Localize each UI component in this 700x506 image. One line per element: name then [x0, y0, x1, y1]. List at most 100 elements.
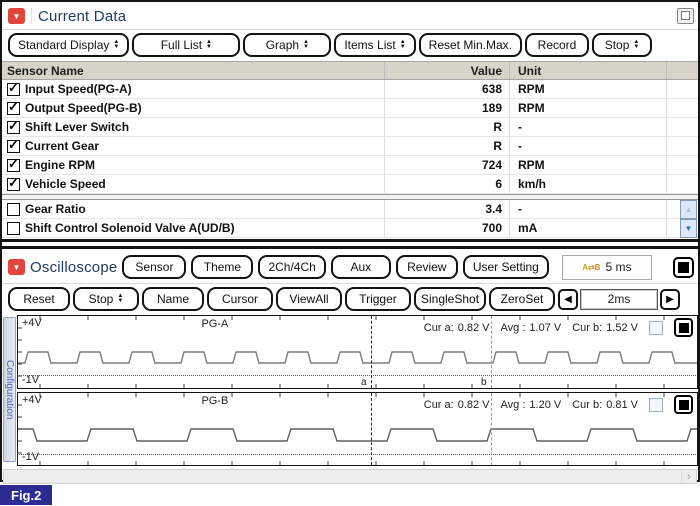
timebase-display: 2ms: [580, 289, 658, 310]
channel-name: PG-A: [18, 318, 412, 330]
table-row[interactable]: Shift Lever Switch R -: [2, 118, 698, 137]
restore-window-icon[interactable]: [677, 8, 694, 24]
spinner-icon: ▲▼: [400, 40, 406, 50]
spinner-icon: ▲▼: [117, 294, 123, 304]
sensor-unit: RPM: [509, 156, 666, 174]
channel-pg-b: +4V PG-B -1V Cur a:0.82 V Avg :1.20 V Cu…: [17, 392, 698, 466]
row-checkbox[interactable]: [7, 121, 20, 134]
table-row[interactable]: Input Speed(PG-A) 638 RPM: [2, 80, 698, 99]
theme-button[interactable]: Theme: [191, 255, 253, 279]
sensor-unit: mA: [509, 219, 666, 237]
timebase-prev-icon[interactable]: ◀: [558, 289, 578, 310]
sensor-value: 3.4: [384, 200, 509, 218]
sensor-name: Shift Lever Switch: [25, 120, 129, 134]
row-checkbox[interactable]: [7, 178, 20, 191]
sample-time-display: A⇄B 5 ms: [562, 255, 652, 280]
sensor-unit: km/h: [509, 175, 666, 193]
sensor-name: Shift Control Solenoid Valve A(UD/B): [25, 221, 235, 235]
full-list-dropdown[interactable]: Full List▲▼: [132, 33, 240, 57]
oscilloscope-title: Oscilloscope: [30, 259, 117, 276]
spinner-icon: ▲▼: [206, 40, 212, 50]
header-unit: Unit: [509, 62, 666, 79]
sensor-value: R: [384, 137, 509, 155]
stop-dropdown[interactable]: Stop▲▼: [592, 33, 652, 57]
table-row[interactable]: Current Gear R -: [2, 137, 698, 156]
current-data-title: Current Data: [38, 8, 126, 25]
scroll-down-icon[interactable]: ▼: [680, 219, 697, 238]
channel-checkbox[interactable]: [649, 321, 663, 335]
zero-reference-line: [19, 454, 696, 455]
spinner-icon: ▲▼: [113, 40, 119, 50]
scroll-up-icon[interactable]: ▲: [680, 200, 697, 219]
row-checkbox[interactable]: [7, 159, 20, 172]
sensor-unit: -: [509, 137, 666, 155]
sensor-button[interactable]: Sensor: [122, 255, 186, 279]
record-button[interactable]: Record: [525, 33, 589, 57]
name-button[interactable]: Name: [142, 287, 204, 311]
spinner-icon: ▲▼: [633, 40, 639, 50]
sensor-name: Engine RPM: [25, 158, 95, 172]
sensor-name: Vehicle Speed: [25, 177, 106, 191]
sensor-unit: RPM: [509, 99, 666, 117]
table-row[interactable]: Vehicle Speed 6 km/h: [2, 175, 698, 194]
trigger-button[interactable]: Trigger: [345, 287, 411, 311]
horizontal-scrollbar[interactable]: ›: [3, 469, 697, 484]
divider: [31, 8, 32, 24]
row-checkbox[interactable]: [7, 102, 20, 115]
channel-stats: Cur a:0.82 V Avg :1.20 V Cur b:0.81 V: [424, 395, 693, 414]
main-window: ▼ Current Data Standard Display▲▼ Full L…: [0, 0, 700, 482]
row-checkbox[interactable]: [7, 140, 20, 153]
cursor-ab-icon: A⇄B: [582, 263, 600, 272]
channel-checkbox[interactable]: [649, 398, 663, 412]
sensor-value: 189: [384, 99, 509, 117]
zeroset-button[interactable]: ZeroSet: [489, 287, 555, 311]
channel-bottom-scale: -1V: [22, 374, 39, 386]
row-checkbox[interactable]: [7, 222, 20, 235]
reset-minmax-button[interactable]: Reset Min.Max.: [419, 33, 522, 57]
sensor-unit: -: [509, 200, 666, 218]
configuration-tab-label: Configuration: [4, 360, 15, 419]
zero-reference-line: [19, 375, 696, 376]
aux-button[interactable]: Aux: [331, 255, 391, 279]
table-row[interactable]: Gear Ratio 3.4 -: [2, 200, 698, 219]
row-checkbox[interactable]: [7, 203, 20, 216]
sensor-table-header: Sensor Name Value Unit: [2, 61, 698, 80]
timebase-next-icon[interactable]: ▶: [660, 289, 680, 310]
items-list-dropdown[interactable]: Items List▲▼: [334, 33, 415, 57]
chevron-down-icon[interactable]: ▼: [8, 259, 25, 275]
table-row[interactable]: Output Speed(PG-B) 189 RPM: [2, 99, 698, 118]
reset-button[interactable]: Reset: [8, 287, 70, 311]
sensor-name: Gear Ratio: [25, 202, 86, 216]
sensor-value: 638: [384, 80, 509, 98]
table-row[interactable]: Shift Control Solenoid Valve A(UD/B) 700…: [2, 219, 698, 238]
stop-dropdown[interactable]: Stop▲▼: [73, 287, 139, 311]
configuration-tab[interactable]: Configuration: [3, 317, 16, 462]
sensor-name: Current Gear: [25, 139, 99, 153]
chevron-down-icon[interactable]: ▼: [8, 8, 25, 24]
standard-display-dropdown[interactable]: Standard Display▲▼: [8, 33, 129, 57]
graph-dropdown[interactable]: Graph▲▼: [243, 33, 331, 57]
cursor-b-label: b: [481, 377, 487, 388]
channel-mode-button[interactable]: 2Ch/4Ch: [258, 255, 325, 279]
scroll-right-icon[interactable]: ›: [681, 470, 696, 483]
channel-name: PG-B: [18, 395, 412, 407]
table-row[interactable]: Engine RPM 724 RPM: [2, 156, 698, 175]
review-button[interactable]: Review: [396, 255, 458, 279]
singleshot-button[interactable]: SingleShot: [414, 287, 486, 311]
stop-square-button[interactable]: [673, 257, 694, 278]
sensor-value: 724: [384, 156, 509, 174]
sensor-name: Input Speed(PG-A): [25, 82, 132, 96]
oscilloscope-titlebar: ▼ Oscilloscope Sensor Theme 2Ch/4Ch Aux …: [2, 250, 698, 282]
sensor-unit: -: [509, 118, 666, 136]
cursor-button[interactable]: Cursor: [207, 287, 273, 311]
channel-pg-a: a b +4V PG-A -1V Cur a:0.82 V Avg :1.07 …: [17, 315, 698, 389]
channel-stop-button[interactable]: [674, 395, 693, 414]
header-sensor-name: Sensor Name: [2, 62, 384, 79]
sensor-value: R: [384, 118, 509, 136]
user-setting-button[interactable]: User Setting: [463, 255, 549, 279]
oscilloscope-toolbar: Reset Stop▲▼ Name Cursor ViewAll Trigger…: [2, 284, 698, 314]
sensor-value: 6: [384, 175, 509, 193]
viewall-button[interactable]: ViewAll: [276, 287, 342, 311]
row-checkbox[interactable]: [7, 83, 20, 96]
channel-stop-button[interactable]: [674, 318, 693, 337]
